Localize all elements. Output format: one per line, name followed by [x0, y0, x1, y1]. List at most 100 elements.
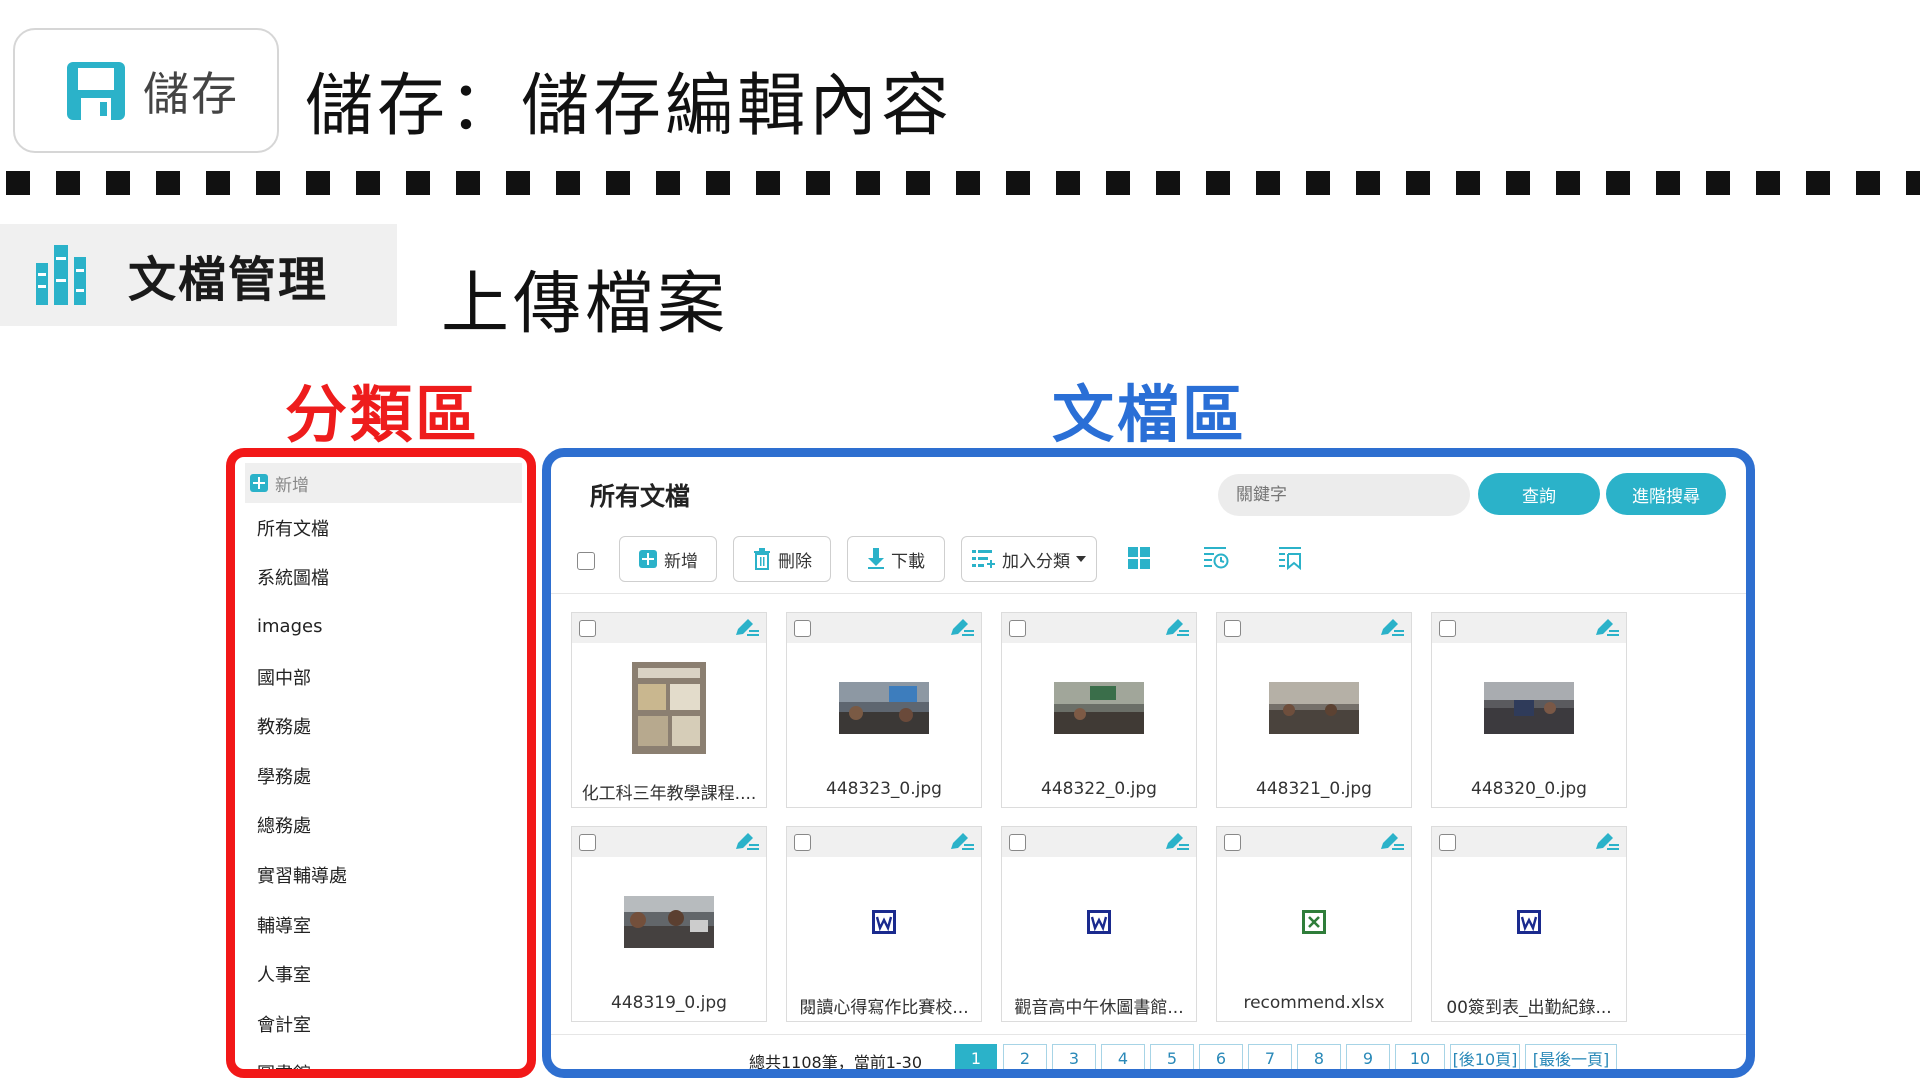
file-checkbox[interactable] — [794, 620, 811, 637]
category-item[interactable]: 學務處 — [245, 751, 522, 801]
file-checkbox[interactable] — [794, 834, 811, 851]
delete-button[interactable]: 刪除 — [733, 536, 831, 582]
keyword-search-input[interactable] — [1218, 474, 1470, 516]
delete-label: 刪除 — [778, 551, 812, 572]
file-name: 閱讀心得寫作比賽校... — [799, 998, 969, 1017]
page-button[interactable]: 2 — [1003, 1044, 1047, 1069]
category-item[interactable]: 圖書館 — [245, 1049, 522, 1069]
sort-by-time-icon[interactable] — [1203, 546, 1229, 570]
page-button[interactable]: 6 — [1199, 1044, 1243, 1069]
document-management-label: 文檔管理 — [128, 252, 329, 308]
query-button[interactable]: 查詢 — [1478, 473, 1600, 515]
edit-icon[interactable] — [949, 618, 975, 638]
file-checkbox[interactable] — [1439, 834, 1456, 851]
file-card[interactable]: 00簽到表_出勤紀錄... — [1431, 826, 1627, 1022]
file-card[interactable]: 448319_0.jpg — [571, 826, 767, 1022]
file-card[interactable]: 448322_0.jpg — [1001, 612, 1197, 808]
save-description: 儲存：儲存編輯內容 — [305, 67, 954, 146]
file-checkbox[interactable] — [579, 620, 596, 637]
category-item[interactable]: 輔導室 — [245, 900, 522, 950]
pagination: 總共1108筆，當前1-30 1 2 3 4 5 6 7 8 9 10 [後10… — [551, 1034, 1746, 1069]
poster-thumbnail — [632, 662, 706, 754]
edit-icon[interactable] — [1379, 832, 1405, 852]
file-card[interactable]: recommend.xlsx — [1216, 826, 1412, 1022]
document-management-banner: 文檔管理 — [0, 224, 397, 326]
file-card[interactable]: 閱讀心得寫作比賽校... — [786, 826, 982, 1022]
category-add-label: 新增 — [275, 475, 309, 496]
edit-icon[interactable] — [1379, 618, 1405, 638]
word-document-icon — [1517, 910, 1541, 934]
save-button[interactable]: 儲存 — [13, 28, 279, 153]
file-checkbox[interactable] — [1439, 620, 1456, 637]
file-checkbox[interactable] — [1009, 834, 1026, 851]
photo-thumbnail — [1269, 682, 1359, 734]
file-name: 448321_0.jpg — [1256, 779, 1372, 799]
word-document-icon — [872, 910, 896, 934]
upload-title: 上傳檔案 — [441, 265, 730, 344]
select-all-checkbox[interactable] — [577, 552, 595, 570]
advanced-search-button[interactable]: 進階搜尋 — [1606, 473, 1726, 515]
pagination-total: 總共1108筆，當前1-30 — [749, 1053, 923, 1072]
category-panel: 新增 所有文檔 系統圖檔 images 國中部 教務處 學務處 總務處 實習輔導… — [226, 448, 536, 1078]
sort-by-type-icon[interactable] — [1278, 546, 1304, 570]
category-item[interactable]: 會計室 — [245, 999, 522, 1049]
edit-icon[interactable] — [949, 832, 975, 852]
next-10-pages-button[interactable]: [後10頁] — [1450, 1044, 1520, 1069]
category-item[interactable]: 人事室 — [245, 949, 522, 999]
category-item[interactable]: 所有文檔 — [245, 503, 522, 553]
file-name: recommend.xlsx — [1243, 993, 1385, 1013]
category-item[interactable]: 系統圖檔 — [245, 553, 522, 603]
category-item[interactable]: images — [245, 602, 522, 652]
category-item[interactable]: 國中部 — [245, 652, 522, 702]
add-to-category-dropdown[interactable]: 加入分類 — [961, 536, 1097, 582]
file-card[interactable]: 448323_0.jpg — [786, 612, 982, 808]
page-button[interactable]: 4 — [1101, 1044, 1145, 1069]
edit-icon[interactable] — [734, 832, 760, 852]
category-item[interactable]: 實習輔導處 — [245, 850, 522, 900]
edit-icon[interactable] — [1164, 832, 1190, 852]
file-checkbox[interactable] — [579, 834, 596, 851]
file-name: 觀音高中午休圖書館... — [1014, 998, 1184, 1017]
page-button[interactable]: 9 — [1346, 1044, 1390, 1069]
edit-icon[interactable] — [734, 618, 760, 638]
page-button[interactable]: 5 — [1150, 1044, 1194, 1069]
photo-thumbnail — [1054, 682, 1144, 734]
file-checkbox[interactable] — [1224, 834, 1241, 851]
file-card[interactable]: 觀音高中午休圖書館... — [1001, 826, 1197, 1022]
word-document-icon — [1087, 910, 1111, 934]
file-name: 化工科三年教學課程.... — [581, 784, 757, 803]
plus-square-icon — [250, 474, 268, 492]
file-name: 448320_0.jpg — [1471, 779, 1587, 799]
page-button[interactable]: 1 — [955, 1044, 997, 1069]
file-card[interactable]: 448321_0.jpg — [1216, 612, 1412, 808]
category-item[interactable]: 總務處 — [245, 801, 522, 851]
page-button[interactable]: 3 — [1052, 1044, 1096, 1069]
file-name: 448319_0.jpg — [611, 993, 727, 1013]
category-add-button[interactable]: 新增 — [245, 463, 522, 503]
file-checkbox[interactable] — [1224, 620, 1241, 637]
file-name: 448323_0.jpg — [826, 779, 942, 799]
edit-icon[interactable] — [1164, 618, 1190, 638]
dashed-divider — [6, 171, 1920, 195]
document-area-heading: 文檔區 — [1052, 378, 1248, 451]
category-item[interactable]: 教務處 — [245, 701, 522, 751]
save-button-label: 儲存 — [143, 66, 239, 121]
grid-view-icon[interactable] — [1127, 546, 1151, 570]
photo-thumbnail — [839, 682, 929, 734]
file-name: 448322_0.jpg — [1041, 779, 1157, 799]
page-button[interactable]: 7 — [1248, 1044, 1292, 1069]
page-button[interactable]: 10 — [1395, 1044, 1445, 1069]
last-page-button[interactable]: [最後一頁] — [1525, 1044, 1617, 1069]
file-checkbox[interactable] — [1009, 620, 1026, 637]
file-card[interactable]: 化工科三年教學課程.... — [571, 612, 767, 808]
add-file-button[interactable]: 新增 — [619, 536, 717, 582]
download-button[interactable]: 下載 — [847, 536, 945, 582]
edit-icon[interactable] — [1594, 618, 1620, 638]
file-name: 00簽到表_出勤紀錄... — [1446, 998, 1612, 1017]
photo-thumbnail — [1484, 682, 1574, 734]
document-panel: 所有文檔 查詢 進階搜尋 新增 — [542, 448, 1755, 1078]
page-button[interactable]: 8 — [1297, 1044, 1341, 1069]
toolbar-divider — [551, 593, 1746, 594]
file-card[interactable]: 448320_0.jpg — [1431, 612, 1627, 808]
edit-icon[interactable] — [1594, 832, 1620, 852]
